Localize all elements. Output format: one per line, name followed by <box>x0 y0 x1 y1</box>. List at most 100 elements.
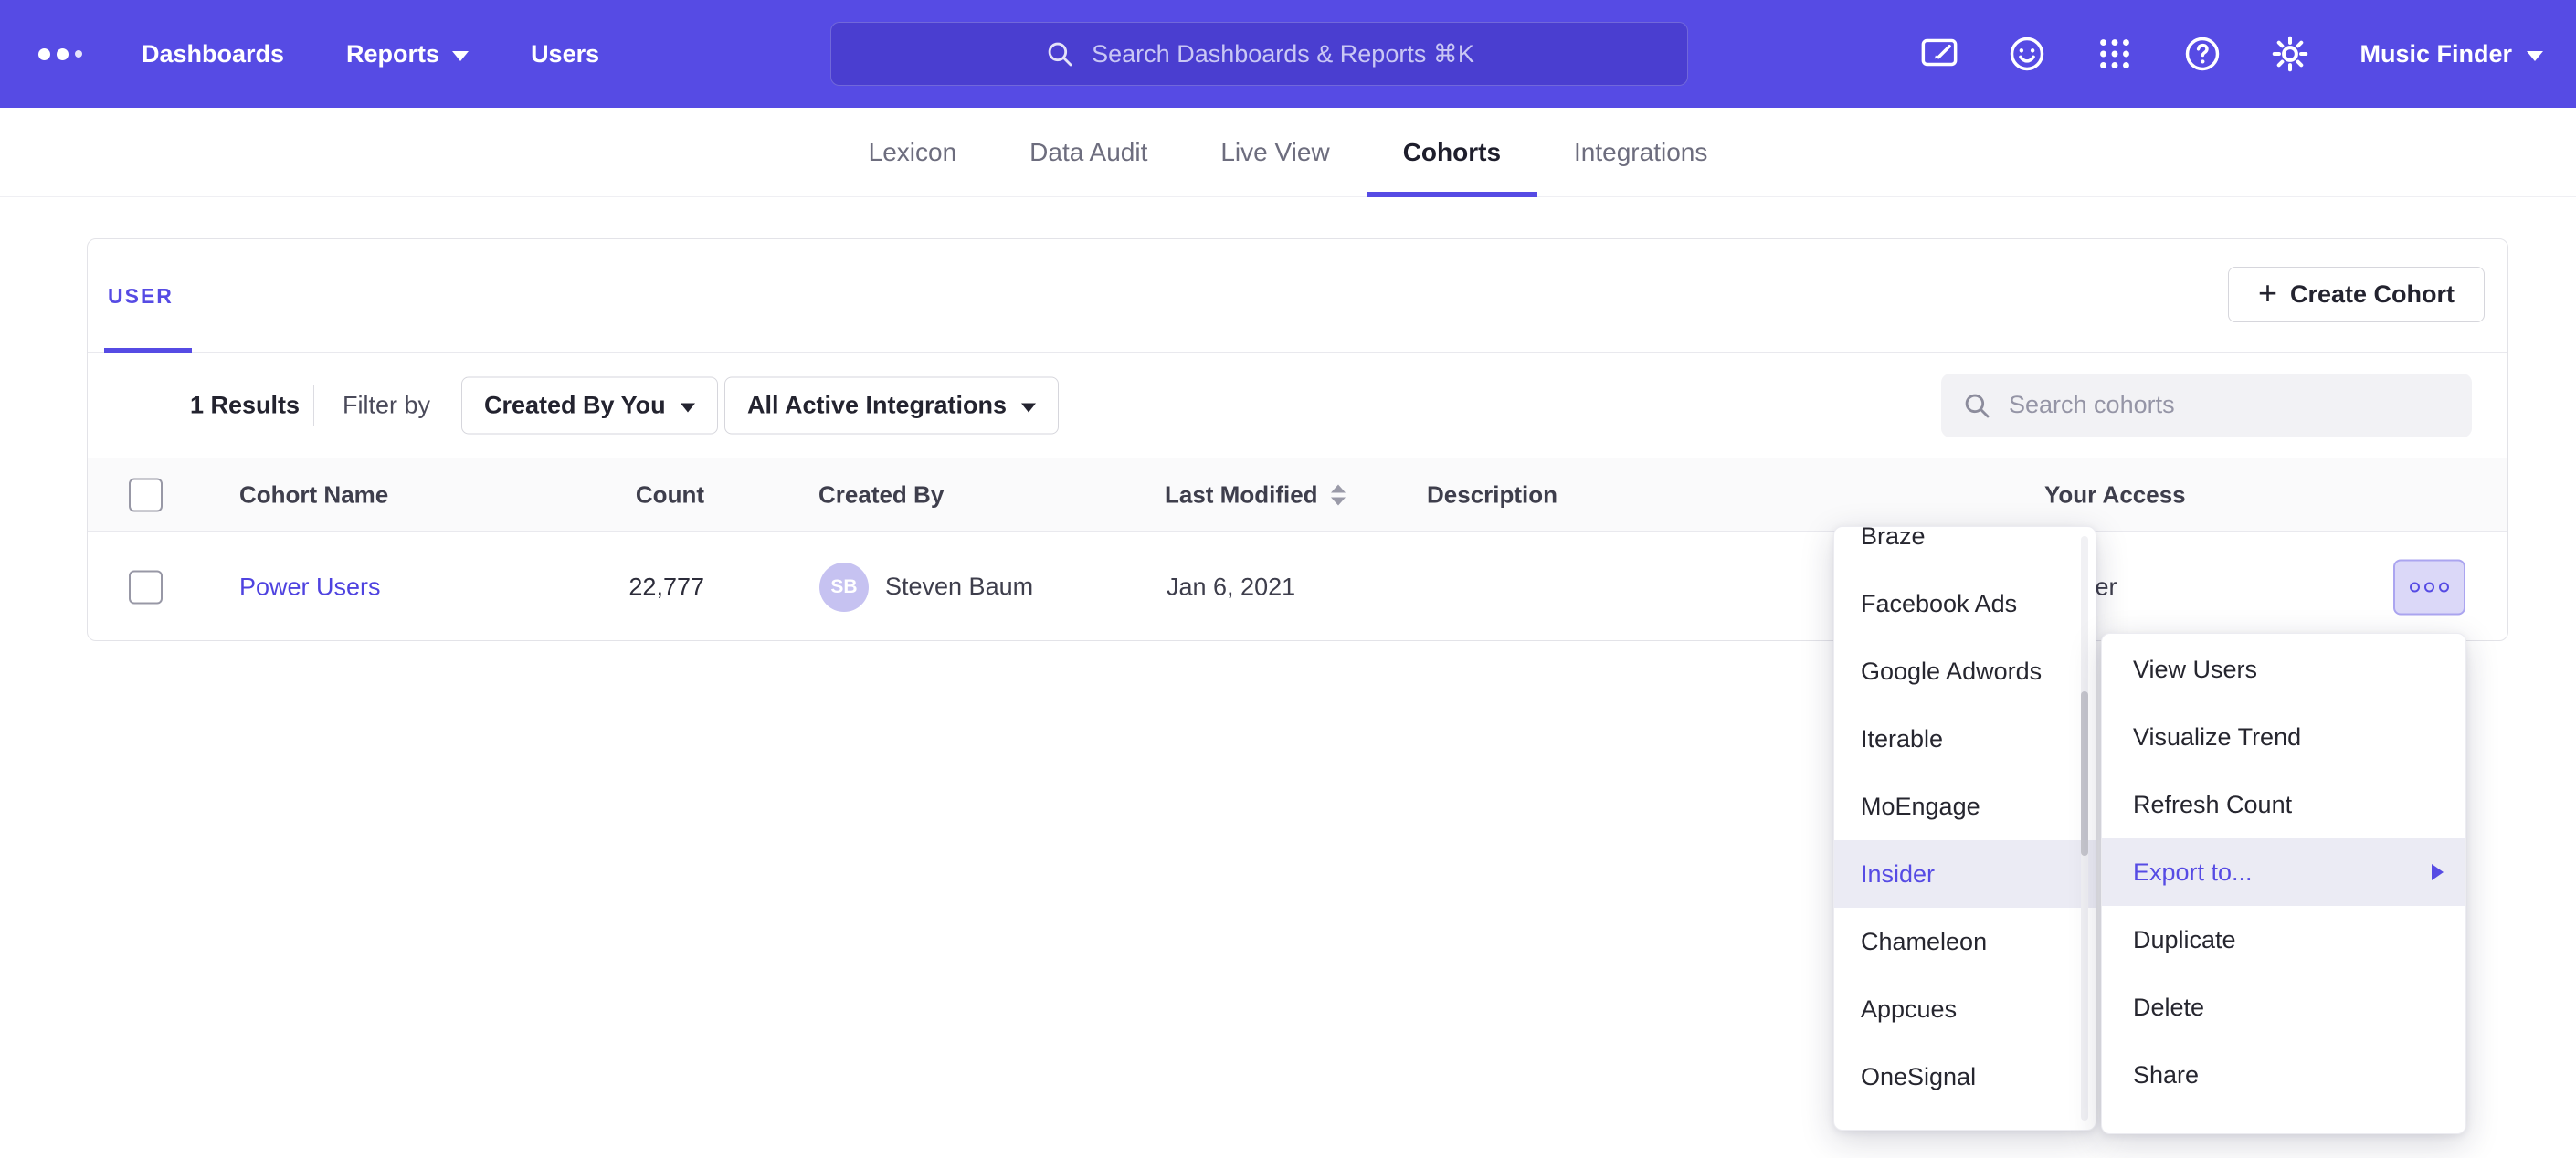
help-icon[interactable] <box>2181 33 2223 75</box>
menu-item-duplicate[interactable]: Duplicate <box>2102 906 2465 974</box>
filter-label: All Active Integrations <box>747 391 1007 419</box>
created-by-filter-dropdown[interactable]: Created By You <box>461 376 718 434</box>
nav-item-reports[interactable]: Reports <box>346 40 469 68</box>
menu-item-label: Delete <box>2133 994 2204 1022</box>
submenu-item-label: OneSignal <box>1861 1063 1976 1091</box>
menu-item-export-to[interactable]: Export to... <box>2102 838 2465 906</box>
menu-item-label: Refresh Count <box>2133 791 2292 819</box>
dot-icon <box>2424 582 2434 592</box>
nav-item-label: Dashboards <box>142 40 284 68</box>
submenu-item-moengage[interactable]: MoEngage <box>1834 773 2096 840</box>
submenu-item-label: Iterable <box>1861 725 1943 753</box>
menu-item-label: Visualize Trend <box>2133 723 2301 752</box>
submenu-item-insider[interactable]: Insider <box>1834 840 2096 908</box>
brand-dot <box>38 48 50 60</box>
avatar: SB <box>819 563 869 612</box>
row-checkbox[interactable] <box>129 570 163 604</box>
submenu-scrollbar-thumb[interactable] <box>2081 691 2088 856</box>
tab-live-view[interactable]: Live View <box>1184 108 1366 196</box>
menu-item-visualize-trend[interactable]: Visualize Trend <box>2102 703 2465 771</box>
last-modified-cell: Jan 6, 2021 <box>1167 573 1295 601</box>
apps-grid-icon[interactable] <box>2094 33 2136 75</box>
export-to-submenu-list: Braze Facebook Ads Google Adwords Iterab… <box>1834 526 2096 1111</box>
cohort-type-tabs-row: USER + Create Cohort <box>88 239 2507 353</box>
submenu-item-label: Chameleon <box>1861 928 1987 956</box>
menu-item-label: Share <box>2133 1061 2199 1090</box>
global-search-bar[interactable]: Search Dashboards & Reports ⌘K <box>830 22 1688 86</box>
sort-toggle-icon[interactable] <box>1331 484 1346 505</box>
submenu-item-label: Google Adwords <box>1861 658 2042 686</box>
menu-item-label: View Users <box>2133 656 2257 684</box>
brand-dot <box>57 48 69 60</box>
menu-item-delete[interactable]: Delete <box>2102 974 2465 1041</box>
filter-label: Created By You <box>484 391 666 419</box>
brand-dots-logo[interactable] <box>38 0 82 108</box>
submenu-item-iterable[interactable]: Iterable <box>1834 705 2096 773</box>
integrations-filter-dropdown[interactable]: All Active Integrations <box>724 376 1059 434</box>
submenu-item-braze[interactable]: Braze <box>1834 526 2096 570</box>
table-row: Power Users 22,777 SB Steven Baum Jan 6,… <box>88 532 2507 642</box>
chevron-down-icon <box>1021 403 1036 412</box>
table-header-row: Cohort Name Count Created By Last Modifi… <box>88 458 2507 532</box>
row-actions-menu: View Users Visualize Trend Refresh Count… <box>2101 633 2466 1134</box>
submenu-item-chameleon[interactable]: Chameleon <box>1834 908 2096 975</box>
nav-item-dashboards[interactable]: Dashboards <box>142 40 284 68</box>
chevron-down-icon <box>681 403 695 412</box>
menu-item-share[interactable]: Share <box>2102 1041 2465 1109</box>
chevron-down-icon <box>2527 51 2543 61</box>
header-count: Count <box>526 480 704 509</box>
dot-icon <box>2439 582 2449 592</box>
results-count: 1 Results <box>190 391 300 419</box>
workspace-name: Music Finder <box>2360 40 2512 68</box>
submenu-item-google-adwords[interactable]: Google Adwords <box>1834 637 2096 705</box>
submenu-item-label: Facebook Ads <box>1861 590 2017 618</box>
compose-feedback-icon[interactable] <box>1918 33 1960 75</box>
nav-item-users[interactable]: Users <box>531 40 599 68</box>
submenu-item-facebook-ads[interactable]: Facebook Ads <box>1834 570 2096 637</box>
brand-dot <box>75 50 82 58</box>
workspace-switcher[interactable]: Music Finder <box>2360 0 2543 108</box>
submenu-item-label: Appcues <box>1861 995 1957 1024</box>
cohort-name-link[interactable]: Power Users <box>239 573 381 601</box>
submenu-item-label: Insider <box>1861 860 1935 889</box>
header-cohort-name: Cohort Name <box>239 480 388 509</box>
submenu-arrow-icon <box>2432 864 2444 880</box>
menu-item-refresh-count[interactable]: Refresh Count <box>2102 771 2465 838</box>
header-last-modified: Last Modified <box>1165 480 1346 509</box>
smiley-support-icon[interactable] <box>2006 33 2048 75</box>
header-your-access: Your Access <box>2044 480 2186 509</box>
row-actions-button[interactable] <box>2393 559 2465 615</box>
nav-icon-group <box>1918 0 2311 108</box>
submenu-item-onesignal[interactable]: OneSignal <box>1834 1043 2096 1111</box>
section-tabbar: Lexicon Data Audit Live View Cohorts Int… <box>0 108 2576 197</box>
settings-gear-icon[interactable] <box>2269 33 2311 75</box>
select-all-checkbox[interactable] <box>129 478 163 511</box>
search-icon <box>1044 38 1075 69</box>
created-by-cell: SB Steven Baum <box>819 563 1033 612</box>
cohort-search-input[interactable] <box>2009 391 2452 419</box>
menu-item-view-users[interactable]: View Users <box>2102 636 2465 703</box>
created-by-name: Steven Baum <box>885 573 1033 601</box>
filter-by-label: Filter by <box>343 391 430 419</box>
dot-icon <box>2410 582 2420 592</box>
nav-item-label: Users <box>531 40 599 68</box>
header-last-modified-label: Last Modified <box>1165 480 1318 509</box>
search-icon <box>1961 390 1992 421</box>
submenu-item-label: Braze <box>1861 526 1926 551</box>
create-cohort-button[interactable]: + Create Cohort <box>2228 267 2485 322</box>
create-cohort-label: Create Cohort <box>2290 280 2455 309</box>
menu-item-label: Export to... <box>2133 858 2253 887</box>
export-to-submenu: Braze Facebook Ads Google Adwords Iterab… <box>1833 526 2096 1131</box>
tab-integrations[interactable]: Integrations <box>1537 108 1744 196</box>
chevron-down-icon <box>452 51 469 61</box>
header-description: Description <box>1427 480 1557 509</box>
tab-user-cohorts[interactable]: USER <box>108 239 174 353</box>
menu-item-label: Duplicate <box>2133 926 2236 954</box>
tab-cohorts[interactable]: Cohorts <box>1367 108 1537 196</box>
header-created-by: Created By <box>818 480 944 509</box>
submenu-item-appcues[interactable]: Appcues <box>1834 975 2096 1043</box>
tab-data-audit[interactable]: Data Audit <box>993 108 1184 196</box>
tab-lexicon[interactable]: Lexicon <box>832 108 994 196</box>
cohort-search-box <box>1941 374 2472 437</box>
submenu-item-label: MoEngage <box>1861 793 1980 821</box>
